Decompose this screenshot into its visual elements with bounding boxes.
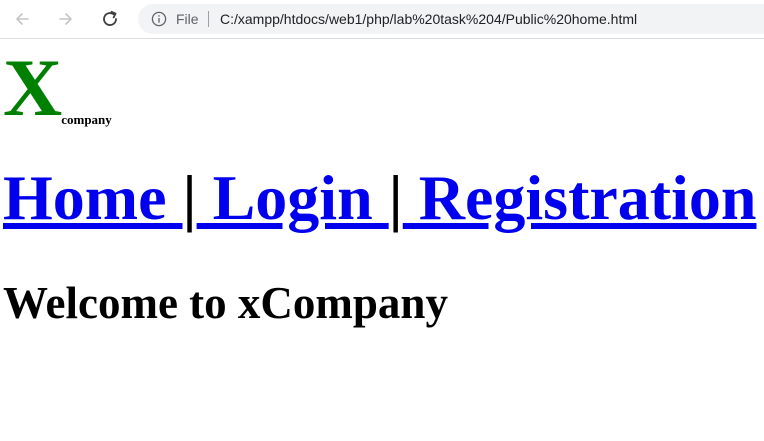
url-text[interactable]: C:/xampp/htdocs/web1/php/lab%20task%204/… — [220, 11, 637, 27]
nav-separator: | — [182, 162, 197, 233]
back-button[interactable] — [7, 4, 37, 34]
page-content: X company Home | Login | Registration We… — [0, 39, 764, 441]
main-nav: Home | Login | Registration — [3, 166, 756, 230]
reload-icon — [103, 10, 117, 26]
back-arrow-icon — [16, 13, 29, 25]
reload-button[interactable] — [95, 4, 125, 34]
browser-toolbar: File C:/xampp/htdocs/web1/php/lab%20task… — [0, 0, 764, 39]
info-icon[interactable] — [151, 11, 167, 27]
file-label: File — [176, 11, 199, 27]
forward-button[interactable] — [51, 4, 81, 34]
address-bar[interactable]: File C:/xampp/htdocs/web1/php/lab%20task… — [138, 4, 764, 34]
forward-arrow-icon — [59, 13, 72, 25]
welcome-heading: Welcome to xCompany — [3, 278, 448, 328]
address-divider — [208, 11, 209, 27]
logo-subtext: company — [61, 112, 112, 127]
nav-login-link[interactable]: Login — [197, 162, 389, 233]
nav-separator: | — [388, 162, 403, 233]
logo-letter: X — [3, 42, 63, 133]
company-logo: X company — [3, 42, 112, 133]
nav-registration-link[interactable]: Registration — [403, 162, 757, 233]
nav-home-link[interactable]: Home — [3, 162, 183, 233]
